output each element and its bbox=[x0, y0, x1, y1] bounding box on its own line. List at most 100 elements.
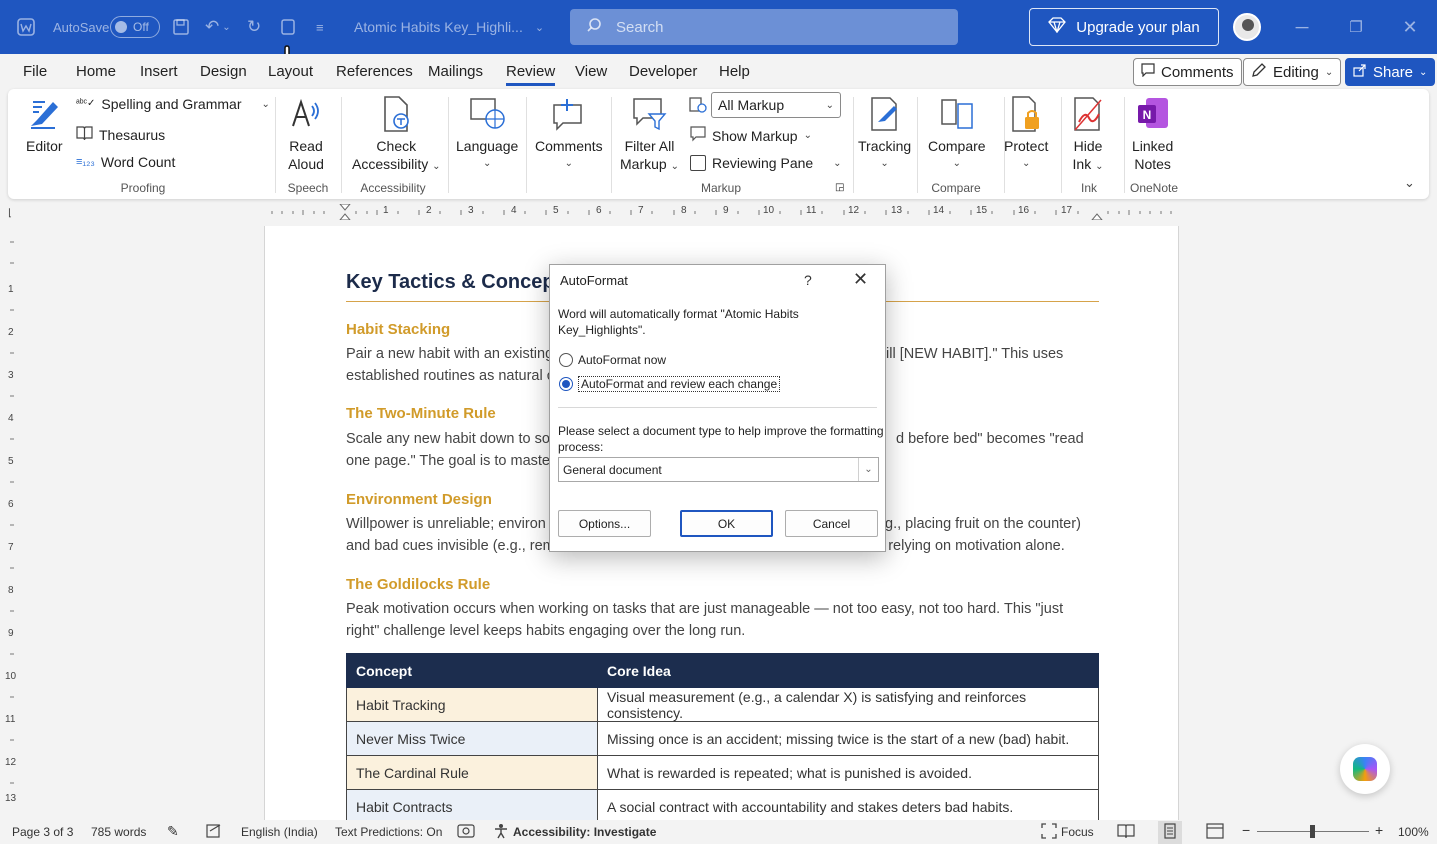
ribbon-separator bbox=[275, 97, 276, 193]
protect-button[interactable]: Protect ⌄ bbox=[1004, 95, 1048, 173]
options-button[interactable]: Options... bbox=[558, 510, 651, 537]
linked-notes-button[interactable]: N Linked Notes bbox=[1132, 95, 1173, 173]
show-markup-icon bbox=[690, 126, 706, 145]
track-changes-status-icon[interactable] bbox=[206, 823, 222, 842]
language-status[interactable]: English (India) bbox=[241, 825, 318, 839]
autoformat-review-radio[interactable]: AutoFormat and review each change bbox=[559, 376, 781, 392]
customize-toolbar-icon[interactable]: ≡ bbox=[316, 0, 324, 54]
word-count-status[interactable]: 785 words bbox=[91, 825, 146, 839]
tab-layout[interactable]: Layout bbox=[268, 63, 313, 80]
zoom-out-icon[interactable]: − bbox=[1242, 822, 1250, 838]
section-title: The Two-Minute Rule bbox=[346, 405, 496, 422]
print-layout-icon[interactable] bbox=[1158, 821, 1182, 844]
table-header-cell: Core Idea bbox=[597, 653, 1099, 688]
tab-help[interactable]: Help bbox=[719, 63, 750, 80]
document-type-select[interactable]: General document ⌄ bbox=[558, 457, 879, 482]
concepts-table[interactable]: Concept Core Idea Habit Tracking Visual … bbox=[346, 653, 1099, 824]
text-predictions-status[interactable]: Text Predictions: On bbox=[335, 825, 442, 839]
section-title: Environment Design bbox=[346, 491, 492, 508]
help-icon[interactable]: ? bbox=[804, 272, 812, 288]
comments-button[interactable]: Comments bbox=[1133, 58, 1242, 86]
proofing-status-icon[interactable]: ✎ bbox=[167, 823, 179, 840]
spelling-grammar-label: Spelling and Grammar bbox=[101, 96, 242, 112]
tab-design[interactable]: Design bbox=[200, 63, 247, 80]
ruler-corner-icon[interactable]: ⌊ bbox=[8, 208, 12, 219]
focus-mode-label[interactable]: Focus bbox=[1061, 825, 1094, 839]
reviewing-pane-button[interactable]: Reviewing Pane ⌄ bbox=[690, 155, 842, 171]
editor-button[interactable]: Editor bbox=[26, 95, 63, 155]
read-aloud-label-2: Aloud bbox=[288, 156, 324, 172]
cancel-button[interactable]: Cancel bbox=[785, 510, 878, 537]
close-window-icon[interactable]: ✕ bbox=[1387, 0, 1433, 54]
save-icon[interactable] bbox=[172, 0, 190, 54]
editing-mode-button[interactable]: Editing ⌄ bbox=[1243, 58, 1342, 86]
word-app-icon[interactable] bbox=[16, 0, 36, 54]
collapse-ribbon-chevron-down-icon[interactable]: ⌄ bbox=[1404, 175, 1415, 191]
copilot-button[interactable] bbox=[1340, 744, 1390, 794]
restore-icon[interactable]: ❐ bbox=[1333, 0, 1379, 54]
tab-developer[interactable]: Developer bbox=[629, 63, 697, 80]
autoformat-dialog: AutoFormat ? ✕ Word will automatically f… bbox=[549, 264, 886, 552]
vertical-ruler[interactable]: 1 2 3 4 5 6 7 8 9 10 11 12 13 bbox=[4, 232, 20, 812]
comments-ribbon-button[interactable]: Comments ⌄ bbox=[535, 95, 603, 173]
check-accessibility-button[interactable]: Check Accessibility ⌄ bbox=[352, 95, 441, 176]
show-markup-button[interactable]: Show Markup ⌄ bbox=[690, 126, 812, 145]
user-avatar[interactable] bbox=[1233, 13, 1261, 41]
display-for-review-select[interactable]: All Markup ⌄ bbox=[711, 92, 841, 118]
dialog-close-icon[interactable]: ✕ bbox=[853, 269, 868, 290]
tab-review[interactable]: Review bbox=[506, 63, 556, 86]
horizontal-ruler[interactable]: 1 2 3 4 5 6 7 8 9 10 11 12 13 14 15 16 1… bbox=[268, 204, 1178, 220]
status-bar: Page 3 of 3 785 words ✎ English (India) … bbox=[0, 820, 1437, 844]
autoformat-now-radio[interactable]: AutoFormat now bbox=[559, 353, 666, 367]
document-title[interactable]: Atomic Habits Key_Highli... ⌄ bbox=[354, 0, 544, 54]
web-layout-icon[interactable] bbox=[1206, 823, 1224, 842]
language-button[interactable]: Language ⌄ bbox=[456, 95, 518, 173]
minimize-icon[interactable]: ─ bbox=[1279, 0, 1325, 54]
tab-home[interactable]: Home bbox=[76, 63, 116, 80]
tab-mailings[interactable]: Mailings bbox=[428, 63, 483, 80]
filter-all-markup-button[interactable]: Filter All Markup ⌄ bbox=[620, 95, 679, 176]
tab-view[interactable]: View bbox=[575, 63, 607, 80]
thesaurus-button[interactable]: Thesaurus bbox=[76, 125, 165, 144]
copilot-icon bbox=[1353, 757, 1377, 781]
share-button[interactable]: Share ⌄ bbox=[1345, 58, 1436, 86]
ruler-tick-label: 8 bbox=[681, 205, 687, 216]
paragraph-line: right" challenge level keeps habits enga… bbox=[346, 623, 746, 639]
markup-select-chevron-down-icon: ⌄ bbox=[825, 99, 834, 111]
autosave-toggle[interactable]: Off bbox=[110, 0, 160, 54]
ok-button[interactable]: OK bbox=[680, 510, 773, 537]
tab-references[interactable]: References bbox=[336, 63, 413, 80]
zoom-slider-thumb[interactable] bbox=[1310, 825, 1315, 838]
section-title: The Goldilocks Rule bbox=[346, 576, 491, 593]
chevron-down-icon: ⌄ bbox=[1324, 66, 1334, 78]
tab-file[interactable]: File bbox=[23, 63, 47, 80]
paragraph-line: d before bed" becomes "read bbox=[896, 431, 1084, 447]
document-heading: Key Tactics & Concept bbox=[346, 271, 562, 293]
read-aloud-button[interactable]: Read Aloud bbox=[288, 95, 324, 173]
zoom-in-icon[interactable]: + bbox=[1375, 822, 1383, 838]
compare-button[interactable]: Compare ⌄ bbox=[928, 95, 986, 173]
hide-ink-button[interactable]: Hide Ink ⌄ bbox=[1070, 95, 1106, 176]
upgrade-plan-button[interactable]: Upgrade your plan bbox=[1029, 8, 1219, 46]
undo-icon[interactable]: ↶ ⌄ bbox=[205, 0, 231, 54]
ruler-tick-label: 5 bbox=[8, 456, 14, 467]
pencil-icon bbox=[1251, 62, 1267, 82]
accessibility-checker-icon[interactable] bbox=[493, 823, 509, 842]
focus-mode-icon[interactable] bbox=[1041, 823, 1057, 842]
page-number-status[interactable]: Page 3 of 3 bbox=[12, 825, 73, 839]
markup-dialog-launcher-icon[interactable]: ◲ bbox=[835, 182, 844, 193]
spelling-grammar-button[interactable]: ᵃᵇᶜ✓ Spelling and Grammar ⌄ bbox=[76, 96, 270, 112]
ruler-tick-label: 2 bbox=[8, 327, 14, 338]
zoom-level[interactable]: 100% bbox=[1398, 825, 1429, 839]
ruler-tick-label: 3 bbox=[468, 205, 474, 216]
macro-recording-icon[interactable] bbox=[457, 823, 475, 842]
tracking-button[interactable]: Tracking ⌄ bbox=[858, 95, 911, 173]
word-count-button[interactable]: ≡₁₂₃ Word Count bbox=[76, 154, 175, 170]
table-row: Habit Contracts A social contract with a… bbox=[346, 789, 1099, 824]
tab-insert[interactable]: Insert bbox=[140, 63, 178, 80]
redo-icon[interactable]: ↻ bbox=[247, 0, 261, 54]
accessibility-status[interactable]: Accessibility: Investigate bbox=[513, 825, 656, 839]
search-box[interactable]: Search bbox=[570, 9, 958, 45]
read-mode-icon[interactable] bbox=[1117, 823, 1135, 842]
compare-icon bbox=[939, 95, 975, 133]
